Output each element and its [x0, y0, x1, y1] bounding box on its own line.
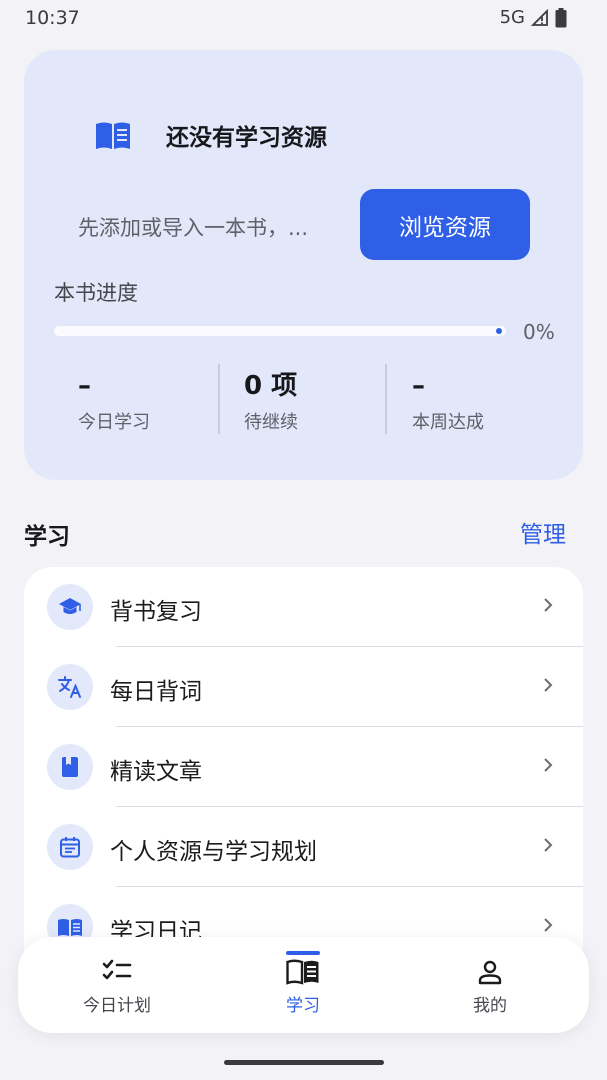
calendar-icon: [47, 824, 93, 870]
chevron-right-icon: [543, 837, 553, 857]
list-item-label: 背书复习: [110, 599, 202, 625]
list-item-label: 精读文章: [110, 759, 202, 785]
hero-title: 还没有学习资源: [166, 125, 327, 151]
browse-resources-button[interactable]: 浏览资源: [360, 189, 530, 260]
stat-label: 今日学习: [78, 412, 150, 433]
nav-today-plan[interactable]: 今日计划: [47, 937, 187, 1033]
list-item-intensive-reading[interactable]: 精读文章: [24, 727, 583, 807]
person-icon: [477, 959, 503, 989]
resource-hero-card: 还没有学习资源 先添加或导入一本书，... 浏览资源 本书进度 0% – 今日学…: [24, 50, 583, 480]
open-book-icon: [286, 959, 320, 989]
section-title: 学习: [24, 524, 70, 550]
manage-link[interactable]: 管理: [520, 515, 566, 549]
nav-label: 我的: [473, 996, 507, 1016]
progress-end-dot: [496, 328, 502, 334]
list-item-personal-plan[interactable]: 个人资源与学习规划: [24, 807, 583, 887]
checklist-icon: [102, 959, 132, 985]
chevron-right-icon: [543, 757, 553, 777]
graduation-cap-icon: [47, 584, 93, 630]
stat-divider: [385, 364, 387, 434]
progress-bar: [54, 326, 506, 336]
stat-weekly: – 本周达成: [412, 368, 484, 434]
list-item-label: 个人资源与学习规划: [110, 839, 317, 865]
translate-icon: [47, 664, 93, 710]
book-icon: [47, 744, 93, 790]
list-item-recite-review[interactable]: 背书复习: [24, 567, 583, 647]
list-item-daily-words[interactable]: 每日背词: [24, 647, 583, 727]
stat-today-study: – 今日学习: [78, 368, 150, 434]
nav-study[interactable]: 学习: [233, 937, 373, 1033]
chevron-right-icon: [543, 917, 553, 937]
progress-percent: 0%: [523, 320, 555, 344]
signal-icon: [531, 8, 549, 27]
stat-value: –: [412, 371, 425, 401]
bottom-navigation: 今日计划 学习 我的: [18, 937, 589, 1033]
active-tab-indicator: [286, 951, 320, 955]
stat-pending: 0 项 待继续: [244, 368, 298, 434]
stat-value: –: [78, 371, 91, 401]
network-type: 5G: [499, 7, 525, 28]
chevron-right-icon: [543, 597, 553, 617]
stat-label: 待继续: [244, 412, 298, 433]
home-indicator[interactable]: [224, 1060, 384, 1065]
open-book-icon: [94, 120, 132, 152]
progress-label: 本书进度: [54, 281, 138, 305]
status-icons: 5G: [500, 7, 567, 28]
nav-profile[interactable]: 我的: [420, 937, 560, 1033]
stat-value: 0 项: [244, 371, 298, 401]
nav-label: 学习: [286, 996, 320, 1016]
stat-divider: [218, 364, 220, 434]
status-time: 10:37: [25, 7, 80, 29]
battery-icon: [555, 7, 567, 28]
list-item-label: 每日背词: [110, 679, 202, 705]
status-bar: 10:37 5G: [0, 0, 607, 36]
chevron-right-icon: [543, 677, 553, 697]
nav-label: 今日计划: [83, 996, 151, 1016]
stat-label: 本周达成: [412, 412, 484, 433]
hero-description: 先添加或导入一本书，...: [78, 216, 309, 240]
study-list: 背书复习 每日背词 精读文章 个人资源与学习规划 学习日记: [24, 567, 583, 987]
screen: 10:37 5G 还没有学习资源 先添加或导入一本书，... 浏览资源 本书进度…: [0, 0, 607, 1080]
